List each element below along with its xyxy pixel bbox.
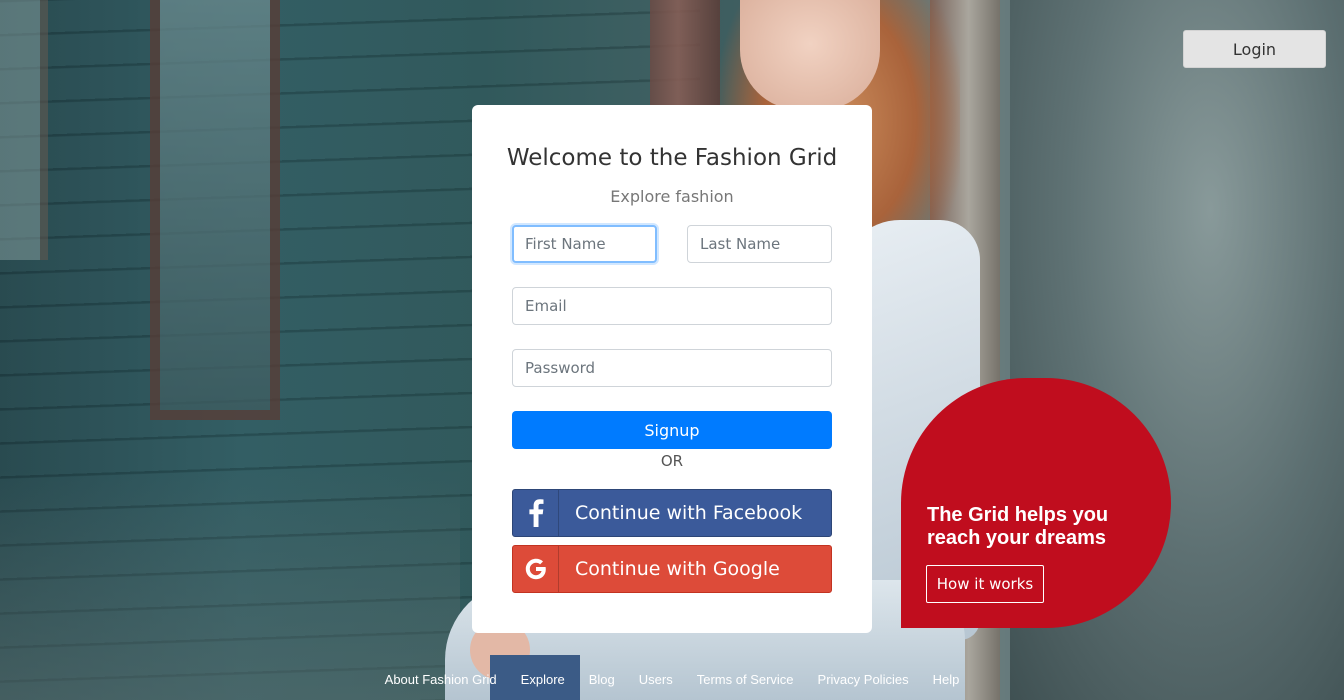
signup-card: Welcome to the Fashion Grid Explore fash…: [472, 105, 872, 633]
login-button[interactable]: Login: [1183, 30, 1326, 68]
google-icon: [513, 546, 559, 592]
footer-link-about[interactable]: About Fashion Grid: [385, 672, 497, 692]
last-name-field[interactable]: [687, 225, 832, 263]
email-field[interactable]: [512, 287, 832, 325]
page-subtitle: Explore fashion: [610, 187, 734, 206]
password-field[interactable]: [512, 349, 832, 387]
page-title: Welcome to the Fashion Grid: [506, 145, 838, 171]
promo-title: The Grid helps you reach your dreams: [927, 504, 1109, 549]
facebook-icon: [513, 490, 559, 536]
facebook-login-button[interactable]: Continue with Facebook: [512, 489, 832, 537]
footer-link-blog[interactable]: Blog: [589, 672, 615, 692]
footer-link-users[interactable]: Users: [639, 672, 673, 692]
facebook-login-label: Continue with Facebook: [575, 502, 803, 524]
signup-button[interactable]: Signup: [512, 411, 832, 449]
footer-link-terms[interactable]: Terms of Service: [697, 672, 794, 692]
how-it-works-button[interactable]: How it works: [926, 565, 1044, 603]
footer-links: About Fashion Grid Explore Blog Users Te…: [0, 672, 1344, 692]
first-name-field[interactable]: [512, 225, 657, 263]
promo-badge: The Grid helps you reach your dreams How…: [901, 378, 1171, 628]
footer-link-explore[interactable]: Explore: [521, 672, 565, 692]
or-divider: OR: [660, 452, 684, 470]
google-login-button[interactable]: Continue with Google: [512, 545, 832, 593]
footer-link-help[interactable]: Help: [933, 672, 960, 692]
google-login-label: Continue with Google: [575, 558, 780, 580]
footer-link-privacy[interactable]: Privacy Policies: [818, 672, 909, 692]
